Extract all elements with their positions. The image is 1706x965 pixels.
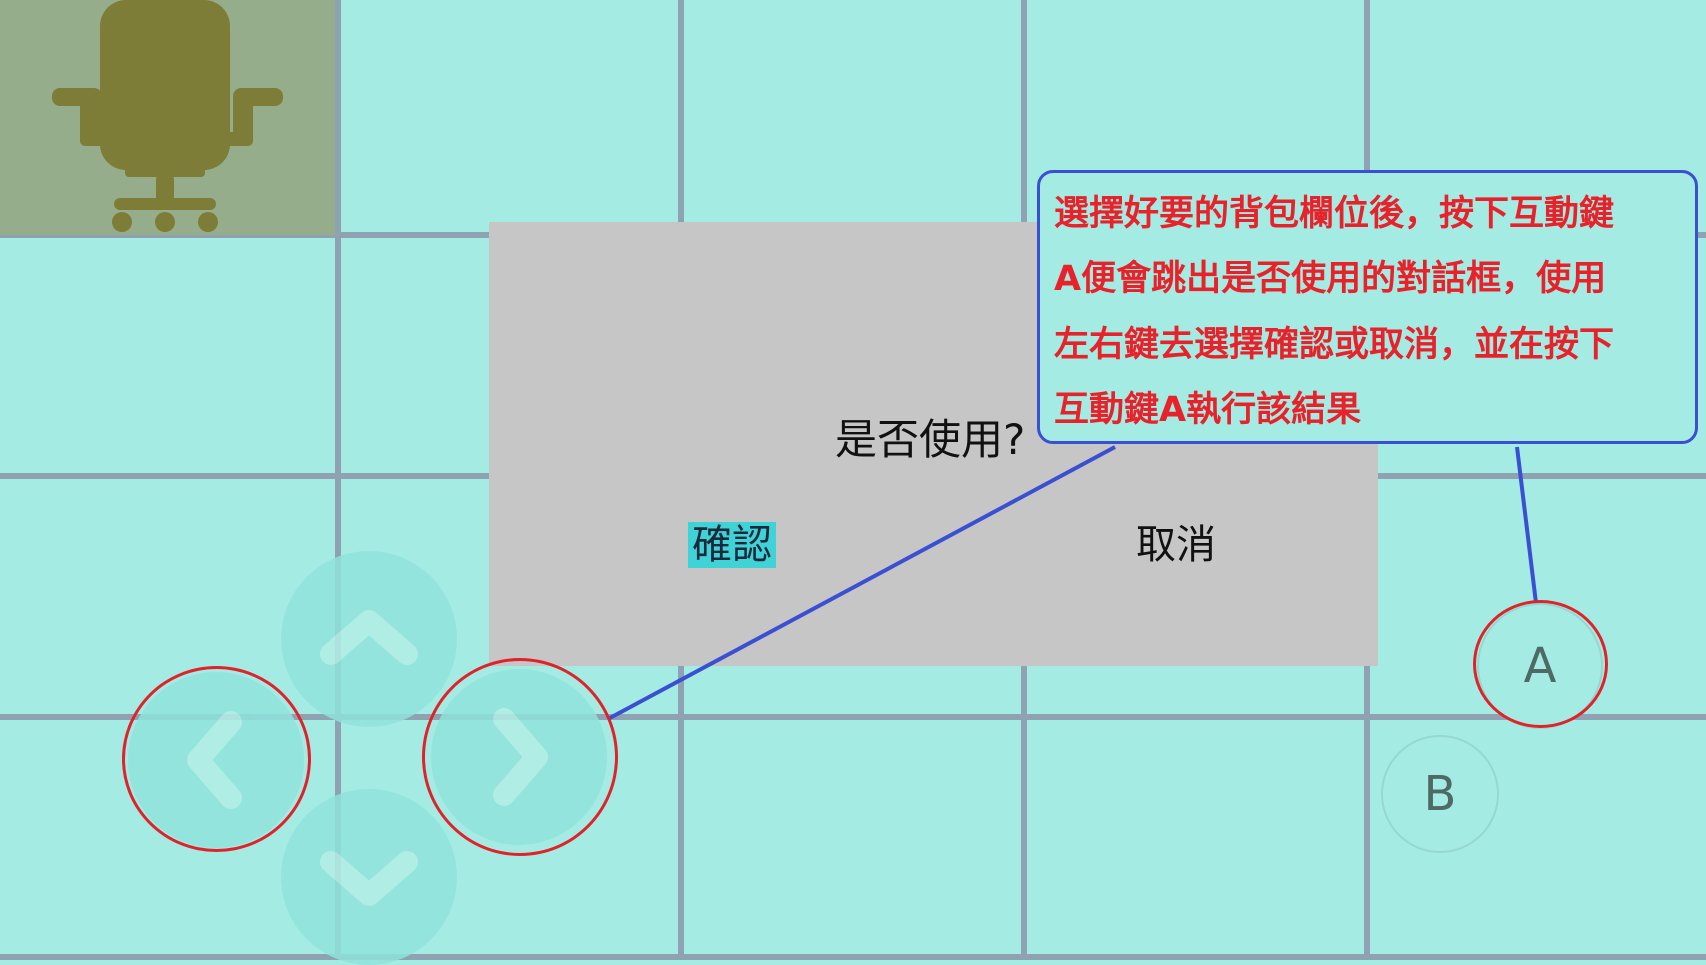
highlight-ring-a bbox=[1473, 600, 1608, 728]
callout-line: 選擇好要的背包欄位後，按下互動鍵 bbox=[1054, 194, 1615, 234]
callout-line: 互動鍵A執行該結果 bbox=[1054, 390, 1362, 430]
instruction-callout: 選擇好要的背包欄位後，按下互動鍵 A便會跳出是否使用的對話框，使用 左右鍵去選擇… bbox=[1037, 170, 1698, 444]
callout-line: A便會跳出是否使用的對話框，使用 bbox=[1054, 259, 1607, 299]
highlight-ring-left bbox=[122, 666, 311, 852]
highlight-ring-right bbox=[422, 658, 618, 856]
callout-line: 左右鍵去選擇確認或取消，並在按下 bbox=[1054, 325, 1615, 365]
